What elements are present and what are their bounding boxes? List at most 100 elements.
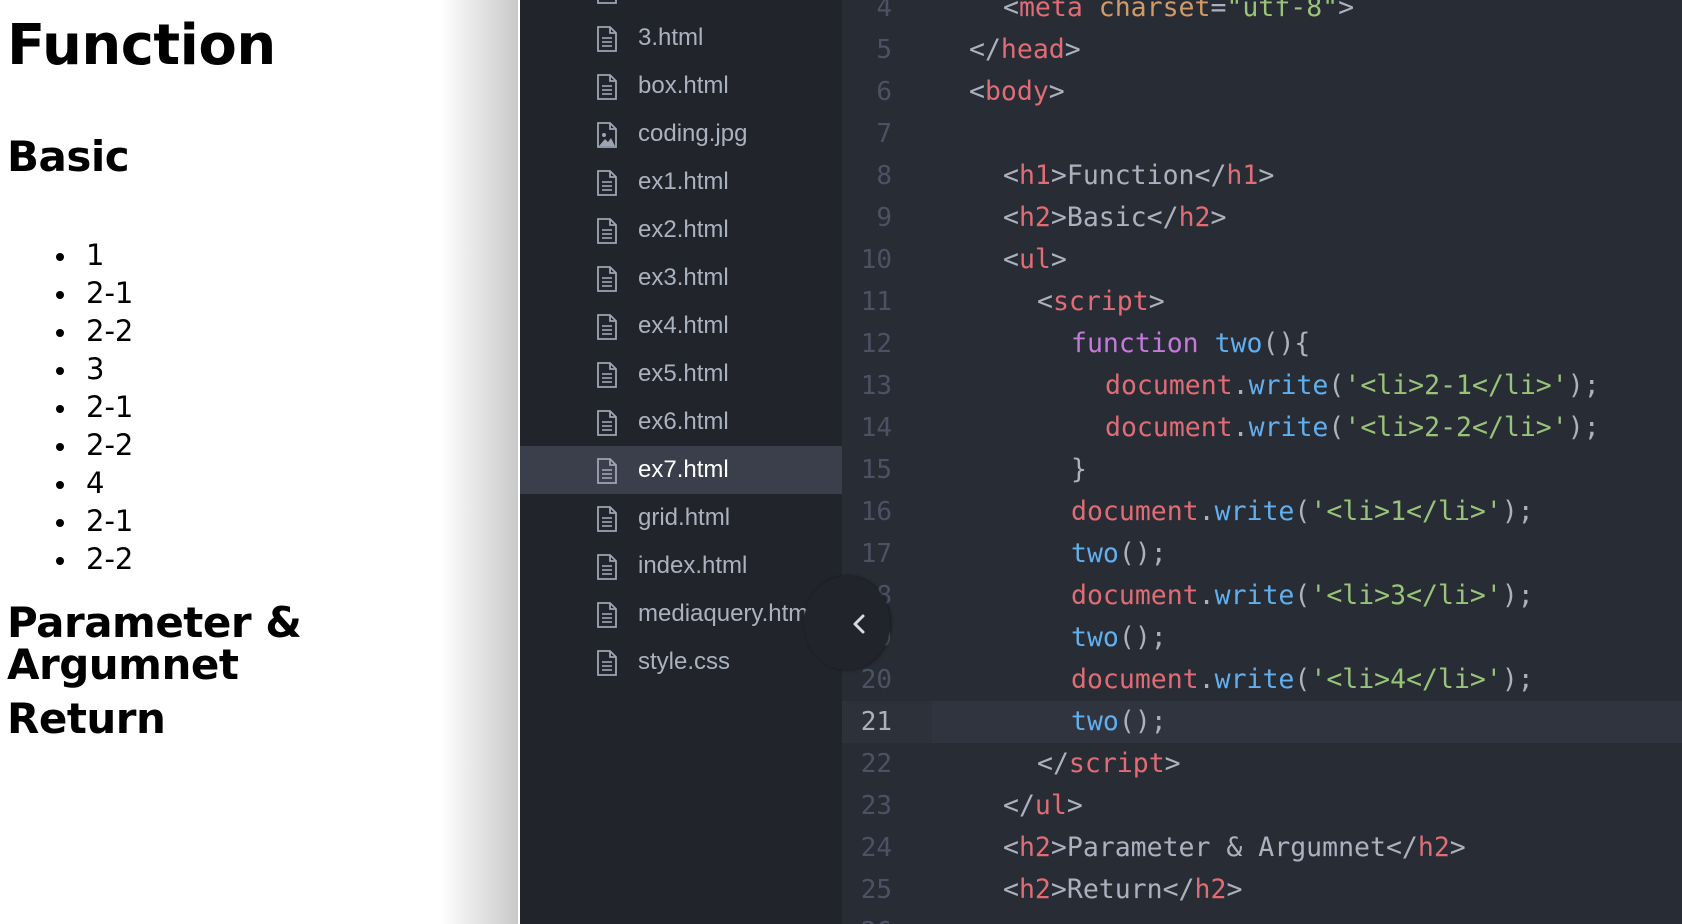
code-line[interactable]: 26 — [842, 911, 1682, 924]
tree-item-file[interactable]: mediaquery.html — [520, 590, 842, 638]
tree-item-file[interactable]: index.html — [520, 542, 842, 590]
code-line[interactable]: 16 document.write('<li>1</li>'); — [842, 491, 1682, 533]
code-text: document.write('<li>2-2</li>'); — [1105, 412, 1600, 443]
list-item: 2-2 — [55, 542, 134, 576]
file-icon — [596, 0, 618, 4]
tree-item-file[interactable]: grid.html — [520, 494, 842, 542]
line-number: 7 — [876, 119, 892, 149]
chevron-left-icon — [853, 614, 865, 634]
code-line[interactable]: 19two(); — [842, 617, 1682, 659]
code-line[interactable]: 22 </script> — [842, 743, 1682, 785]
file-name: index.html — [638, 552, 748, 579]
tree-item-file[interactable]: box.html — [520, 62, 842, 110]
tree-item-file[interactable]: coding.jpg — [520, 110, 842, 158]
tree-item-file[interactable]: ex6.html — [520, 398, 842, 446]
current-line-highlight — [932, 701, 1682, 743]
list-item: 2-2 — [55, 428, 134, 462]
list-item: 2-1 — [55, 390, 134, 424]
code-text: <script> — [1037, 286, 1165, 317]
code-text: two(); — [1071, 706, 1167, 737]
tree-item-file[interactable]: ex5.html — [520, 350, 842, 398]
line-number: 25 — [860, 875, 892, 905]
file-icon — [596, 602, 618, 628]
file-name: ex6.html — [638, 408, 729, 435]
list-item: 3 — [55, 350, 133, 388]
file-icon — [596, 266, 618, 292]
code-line[interactable]: 10 <ul> — [842, 239, 1682, 281]
file-name: ex3.html — [638, 264, 729, 291]
browser-preview: Function Basic 1 2-1 2-2 3 2-1 2-2 4 2-1… — [0, 0, 518, 924]
file-name: style.css — [638, 648, 731, 675]
file-icon — [596, 170, 618, 196]
tree-item-file[interactable]: ex4.html — [520, 302, 842, 350]
line-number: 16 — [860, 497, 892, 527]
output-list: 1 2-1 2-2 3 2-1 2-2 4 2-1 2-2 — [0, 236, 133, 578]
file-name: box.html — [638, 72, 729, 99]
code-line[interactable]: 13 document.write('<li>2-1</li>'); — [842, 365, 1682, 407]
code-text: </ul> — [1003, 790, 1083, 821]
code-line[interactable]: 14 document.write('<li>2-2</li>'); — [842, 407, 1682, 449]
code-line[interactable]: 11 <script> — [842, 281, 1682, 323]
code-line[interactable]: 15} — [842, 449, 1682, 491]
tree-item-file[interactable]: ex3.html — [520, 254, 842, 302]
file-icon — [596, 506, 618, 532]
code-editor[interactable]: 4 <meta charset="utf-8"> 5 </head> 6 <body> 7 8… — [842, 0, 1682, 924]
code-text: <h1>Function</h1> — [1003, 160, 1275, 191]
tree-item-file[interactable]: ex2.html — [520, 206, 842, 254]
code-text: <h2>Parameter & Argumnet</h2> — [1003, 832, 1466, 863]
line-number: 22 — [860, 749, 892, 779]
file-icon — [596, 314, 618, 340]
code-line[interactable]: 7 — [842, 113, 1682, 155]
collapse-sidebar-button[interactable] — [804, 576, 890, 670]
tree-item-file[interactable]: 3.html — [520, 14, 842, 62]
code-line[interactable]: 24 <h2>Parameter & Argumnet</h2> — [842, 827, 1682, 869]
line-number: 21 — [860, 707, 892, 737]
list-item: 4 — [55, 464, 133, 502]
tree-item-file[interactable]: style.css — [520, 638, 842, 686]
line-number: 23 — [860, 791, 892, 821]
image-icon — [596, 122, 618, 148]
file-name: coding.jpg — [638, 120, 748, 147]
line-number: 17 — [860, 539, 892, 569]
line-number: 6 — [876, 77, 892, 107]
line-number: 24 — [860, 833, 892, 863]
file-name: ex5.html — [638, 360, 729, 387]
code-line[interactable]: 17 two(); — [842, 533, 1682, 575]
code-text: <meta charset="utf-8"> — [1003, 0, 1355, 23]
file-icon — [596, 74, 618, 100]
list-item: 2-1 — [55, 504, 134, 538]
code-line[interactable]: 21 two(); — [842, 701, 1682, 743]
file-icon — [596, 218, 618, 244]
code-text: two(); — [1071, 622, 1167, 653]
file-icon — [596, 650, 618, 676]
list-item: 1 — [55, 236, 133, 274]
file-name: 3.html — [638, 24, 704, 51]
code-line[interactable]: 6 <body> — [842, 71, 1682, 113]
code-line[interactable]: 23 </ul> — [842, 785, 1682, 827]
code-text: two(); — [1071, 538, 1167, 569]
line-number: 12 — [860, 329, 892, 359]
code-text: </head> — [969, 34, 1081, 65]
file-icon — [596, 458, 618, 484]
file-name: ex1.html — [638, 168, 729, 195]
code-line[interactable]: 9 <h2>Basic</h2> — [842, 197, 1682, 239]
code-line[interactable]: 25 <h2>Return</h2> — [842, 869, 1682, 911]
code-line[interactable]: 5 </head> — [842, 29, 1682, 71]
list-item: 2-2 — [55, 314, 134, 348]
tree-item-file[interactable]: ex1.html — [520, 158, 842, 206]
code-line[interactable]: 20 document.write('<li>4</li>'); — [842, 659, 1682, 701]
tree-item-partial[interactable] — [520, 0, 842, 14]
file-icon — [596, 410, 618, 436]
code-line[interactable]: 4 <meta charset="utf-8"> — [842, 0, 1682, 29]
file-name: ex2.html — [638, 216, 729, 243]
line-number: 26 — [842, 911, 892, 924]
code-text: document.write('<li>3</li>'); — [1071, 580, 1534, 611]
code-line[interactable]: 8 <h1>Function</h1> — [842, 155, 1682, 197]
tree-item-file[interactable]: ex7.html — [520, 446, 842, 494]
code-line[interactable]: 12 function two(){ — [842, 323, 1682, 365]
code-line[interactable]: 18document.write('<li>3</li>'); — [842, 575, 1682, 617]
code-text: <ul> — [1003, 244, 1067, 275]
file-name: ex7.html — [638, 456, 729, 483]
section-heading-basic: Basic — [7, 132, 130, 181]
line-number: 4 — [876, 0, 892, 23]
